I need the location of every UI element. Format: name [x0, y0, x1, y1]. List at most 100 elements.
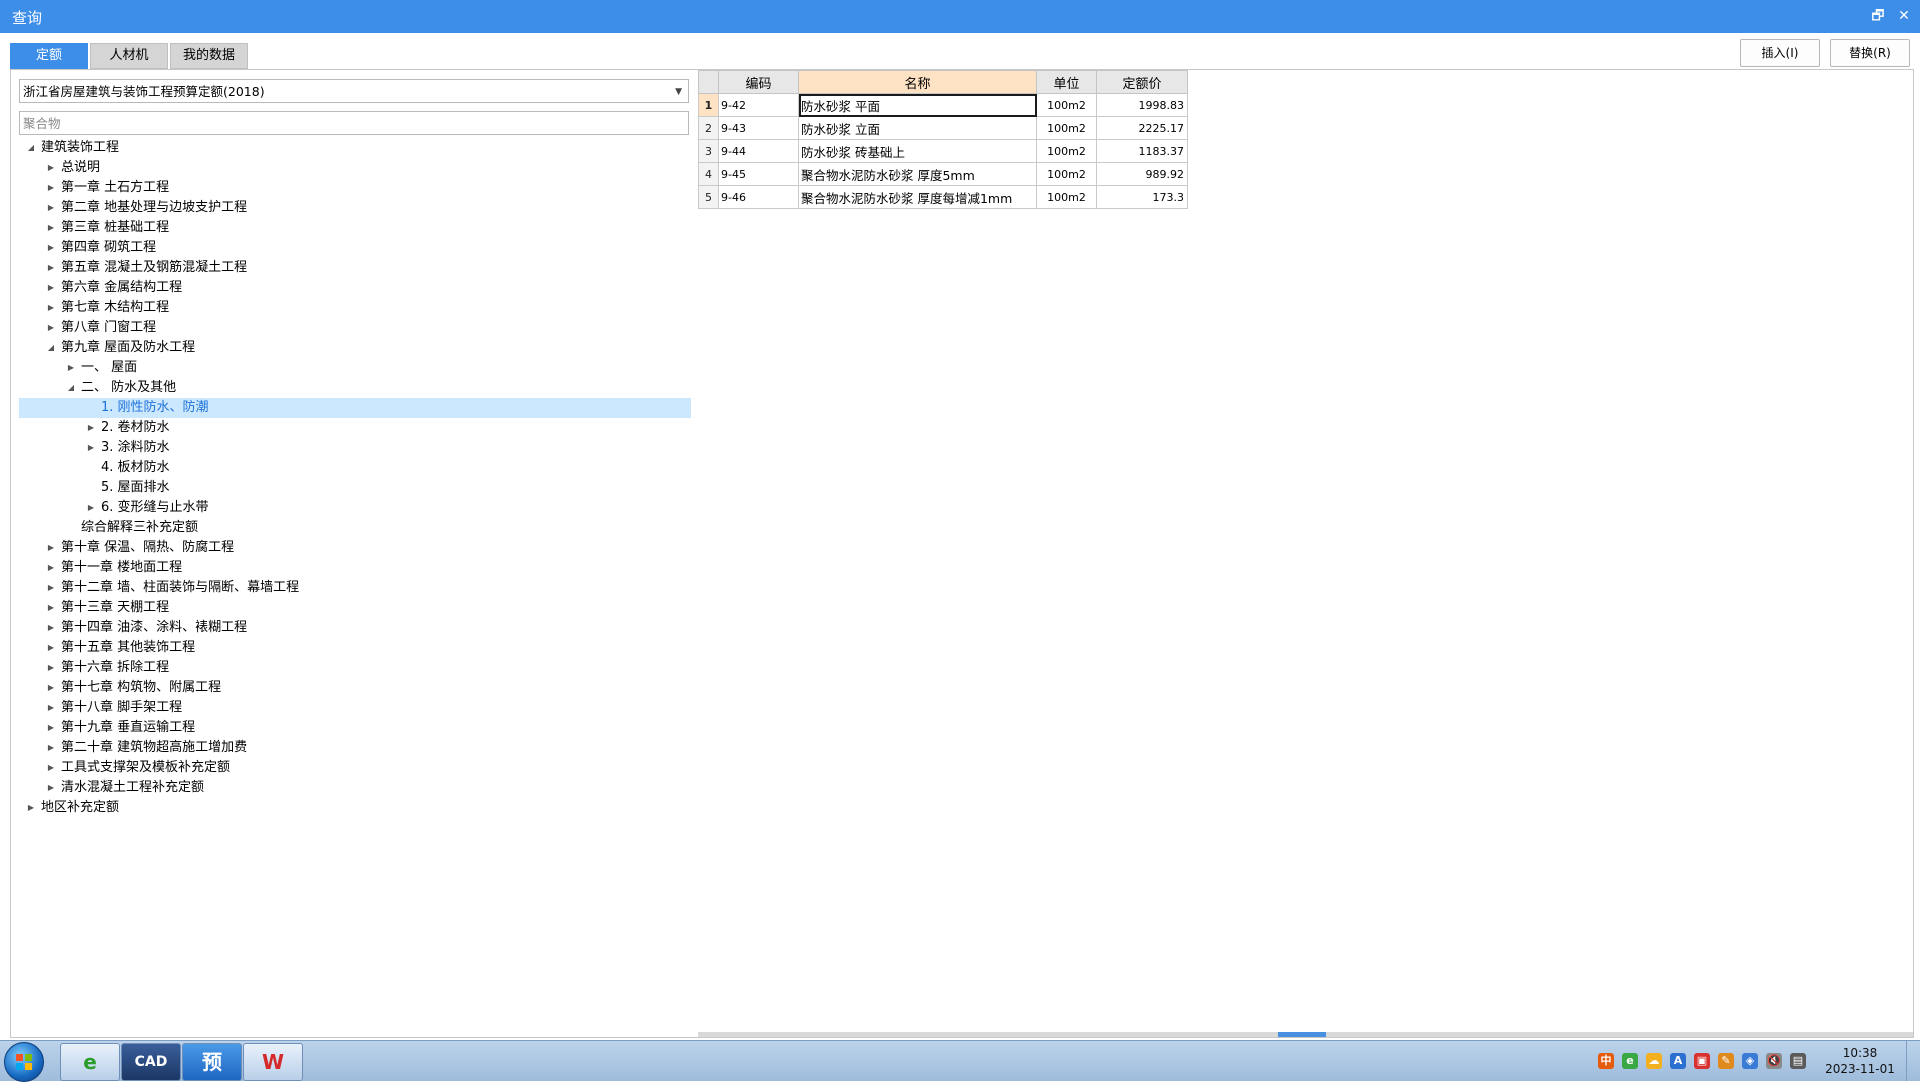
cell-name[interactable]: 防水砂浆 砖基础上 — [798, 139, 1037, 163]
tree-node[interactable]: ▶ 第十章 保温、隔热、防腐工程 — [19, 538, 691, 558]
expand-arrow-icon[interactable]: ▶ — [45, 678, 57, 698]
tree-node[interactable]: ▶ 第二十章 建筑物超高施工增加费 — [19, 738, 691, 758]
expand-arrow-icon[interactable]: ▶ — [25, 798, 37, 818]
tree-node[interactable]: ◢ 第九章 屋面及防水工程 — [19, 338, 691, 358]
expand-arrow-icon[interactable]: ▶ — [45, 538, 57, 558]
tree-node[interactable]: ▶ 第四章 砌筑工程 — [19, 238, 691, 258]
cell-code[interactable]: 9-43 — [718, 116, 799, 140]
header-price[interactable]: 定额价 — [1096, 70, 1188, 94]
taskbar-yusuan-icon[interactable]: 预 — [182, 1043, 242, 1081]
tree-node[interactable]: ▶ 第二章 地基处理与边坡支护工程 — [19, 198, 691, 218]
expand-arrow-icon[interactable]: ▶ — [85, 418, 97, 438]
tray-cloud-icon[interactable]: ☁ — [1646, 1053, 1662, 1069]
search-input[interactable] — [19, 111, 689, 135]
tray-browser-icon[interactable]: e — [1622, 1053, 1638, 1069]
cell-unit[interactable]: 100m2 — [1036, 93, 1097, 117]
header-code[interactable]: 编码 — [718, 70, 799, 94]
scrollbar-thumb[interactable] — [1278, 1032, 1326, 1037]
tree-node[interactable]: ▶ 总说明 — [19, 158, 691, 178]
tab-dinge[interactable]: 定额 — [10, 43, 88, 69]
taskbar-browser-icon[interactable]: e — [60, 1043, 120, 1081]
tab-my-data[interactable]: 我的数据 — [170, 43, 248, 69]
expand-arrow-icon[interactable]: ▶ — [45, 658, 57, 678]
collapse-arrow-icon[interactable]: ◢ — [25, 138, 37, 158]
expand-arrow-icon[interactable]: ▶ — [45, 758, 57, 778]
tree-node[interactable]: ▶ 第十七章 构筑物、附属工程 — [19, 678, 691, 698]
tree-node[interactable]: ▶ 第三章 桩基础工程 — [19, 218, 691, 238]
cell-unit[interactable]: 100m2 — [1036, 162, 1097, 186]
expand-arrow-icon[interactable]: ▶ — [45, 298, 57, 318]
insert-button[interactable]: 插入(I) — [1740, 39, 1820, 67]
cell-price[interactable]: 989.92 — [1096, 162, 1188, 186]
cell-code[interactable]: 9-42 — [718, 93, 799, 117]
row-number[interactable]: 5 — [698, 185, 719, 209]
expand-arrow-icon[interactable]: ▶ — [45, 218, 57, 238]
tab-rencaiji[interactable]: 人材机 — [90, 43, 168, 69]
expand-arrow-icon[interactable]: ▶ — [45, 618, 57, 638]
tree-node[interactable]: 综合解释三补充定额 — [19, 518, 691, 538]
tree-node[interactable]: ▶ 第十二章 墙、柱面装饰与隔断、幕墙工程 — [19, 578, 691, 598]
tree-node[interactable]: ◢ 建筑装饰工程 — [19, 138, 691, 158]
expand-arrow-icon[interactable]: ▶ — [45, 738, 57, 758]
tree-node[interactable]: ▶ 第一章 土石方工程 — [19, 178, 691, 198]
cell-price[interactable]: 173.3 — [1096, 185, 1188, 209]
tray-display-icon[interactable]: ▤ — [1790, 1053, 1806, 1069]
cell-name[interactable]: 防水砂浆 立面 — [798, 116, 1037, 140]
cell-unit[interactable]: 100m2 — [1036, 185, 1097, 209]
expand-arrow-icon[interactable]: ▶ — [45, 178, 57, 198]
collapse-arrow-icon[interactable]: ◢ — [45, 338, 57, 358]
cell-code[interactable]: 9-44 — [718, 139, 799, 163]
restore-button[interactable]: 🗗 — [1868, 6, 1888, 26]
cell-unit[interactable]: 100m2 — [1036, 139, 1097, 163]
close-button[interactable]: ✕ — [1894, 6, 1914, 26]
expand-arrow-icon[interactable]: ▶ — [45, 698, 57, 718]
cell-code[interactable]: 9-45 — [718, 162, 799, 186]
tree-node[interactable]: ▶ 第八章 门窗工程 — [19, 318, 691, 338]
tree-node[interactable]: ▶ 第十九章 垂直运输工程 — [19, 718, 691, 738]
taskbar-cad-icon[interactable]: CAD — [121, 1043, 181, 1081]
tray-security-icon[interactable]: ▣ — [1694, 1053, 1710, 1069]
tree-node[interactable]: ▶ 3. 涂料防水 — [19, 438, 691, 458]
tree-node[interactable]: ▶ 第六章 金属结构工程 — [19, 278, 691, 298]
tray-volume-icon[interactable]: 🔇 — [1766, 1053, 1782, 1069]
tree-node[interactable]: ◢ 二、 防水及其他 — [19, 378, 691, 398]
show-desktop-button[interactable] — [1906, 1041, 1920, 1081]
table-row[interactable]: 1 9-42 防水砂浆 平面 100m2 1998.83 — [698, 93, 1188, 117]
tree-node[interactable]: ▶ 工具式支撑架及模板补充定额 — [19, 758, 691, 778]
tree-node[interactable]: ▶ 第十四章 油漆、涂料、裱糊工程 — [19, 618, 691, 638]
header-name[interactable]: 名称 — [798, 70, 1037, 94]
expand-arrow-icon[interactable]: ▶ — [45, 198, 57, 218]
row-number[interactable]: 3 — [698, 139, 719, 163]
tree-node[interactable]: ▶ 第十五章 其他装饰工程 — [19, 638, 691, 658]
row-number[interactable]: 2 — [698, 116, 719, 140]
expand-arrow-icon[interactable]: ▶ — [85, 438, 97, 458]
expand-arrow-icon[interactable]: ▶ — [45, 598, 57, 618]
expand-arrow-icon[interactable]: ▶ — [45, 258, 57, 278]
cell-price[interactable]: 2225.17 — [1096, 116, 1188, 140]
tree-node[interactable]: ▶ 第五章 混凝土及钢筋混凝土工程 — [19, 258, 691, 278]
tree-node[interactable]: ▶ 第十六章 拆除工程 — [19, 658, 691, 678]
horizontal-scrollbar[interactable] — [698, 1032, 1913, 1037]
tree-node[interactable]: ▶ 清水混凝土工程补充定额 — [19, 778, 691, 798]
expand-arrow-icon[interactable]: ▶ — [45, 578, 57, 598]
collapse-arrow-icon[interactable]: ◢ — [65, 378, 77, 398]
tree-node[interactable]: ▶ 6. 变形缝与止水带 — [19, 498, 691, 518]
tree-node[interactable]: ▶ 第七章 木结构工程 — [19, 298, 691, 318]
tray-app-icon[interactable]: A — [1670, 1053, 1686, 1069]
tree-node[interactable]: ▶ 第十八章 脚手架工程 — [19, 698, 691, 718]
table-row[interactable]: 4 9-45 聚合物水泥防水砂浆 厚度5mm 100m2 989.92 — [698, 162, 1188, 186]
replace-button[interactable]: 替换(R) — [1830, 39, 1910, 67]
cell-price[interactable]: 1183.37 — [1096, 139, 1188, 163]
tray-ime-icon[interactable]: 中 — [1598, 1053, 1614, 1069]
expand-arrow-icon[interactable]: ▶ — [65, 358, 77, 378]
cell-unit[interactable]: 100m2 — [1036, 116, 1097, 140]
cell-price[interactable]: 1998.83 — [1096, 93, 1188, 117]
cell-code[interactable]: 9-46 — [718, 185, 799, 209]
tree-node[interactable]: ▶ 第十一章 楼地面工程 — [19, 558, 691, 578]
system-clock[interactable]: 10:38 2023-11-01 — [1820, 1045, 1900, 1077]
cell-name[interactable]: 聚合物水泥防水砂浆 厚度每增减1mm — [798, 185, 1037, 209]
tree-node[interactable]: ▶ 一、 屋面 — [19, 358, 691, 378]
expand-arrow-icon[interactable]: ▶ — [45, 158, 57, 178]
tray-network-icon[interactable]: ◈ — [1742, 1053, 1758, 1069]
cell-name[interactable]: 聚合物水泥防水砂浆 厚度5mm — [798, 162, 1037, 186]
